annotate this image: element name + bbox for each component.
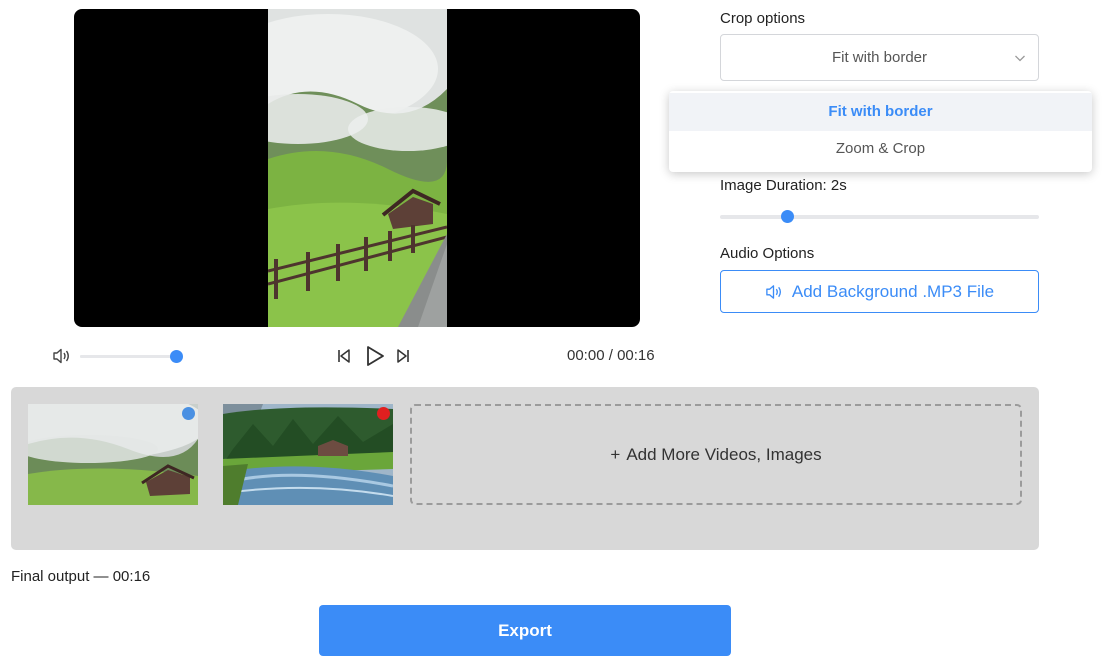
play-icon[interactable]: [364, 344, 386, 368]
image-duration-slider-thumb[interactable]: [780, 210, 794, 223]
chevron-down-icon: [1015, 55, 1025, 62]
export-button[interactable]: Export: [319, 605, 731, 656]
media-timeline: + Add More Videos, Images: [11, 387, 1039, 550]
timeline-item-remove-badge[interactable]: [377, 407, 390, 420]
image-duration-label: Image Duration: 2s: [720, 177, 847, 194]
plus-icon: +: [610, 444, 621, 464]
time-current: 00:00: [567, 347, 605, 364]
skip-forward-icon[interactable]: [395, 348, 411, 364]
time-total: 00:16: [617, 347, 655, 364]
final-output-duration: Final output — 00:16: [11, 568, 151, 585]
volume-slider[interactable]: [80, 350, 183, 363]
preview-frame-image: [268, 9, 447, 327]
speaker-icon: [766, 284, 781, 299]
crop-options-dropdown: Fit with border Zoom & Crop: [669, 91, 1092, 172]
add-background-mp3-label: Add Background .MP3 File: [791, 281, 995, 301]
crop-options-label: Crop options: [720, 10, 806, 27]
timeline-item[interactable]: [223, 404, 393, 505]
crop-option-zoom-and-crop[interactable]: Zoom & Crop: [669, 131, 1092, 167]
player-controls: 00:00 / 00:16: [52, 342, 662, 370]
skip-back-icon[interactable]: [336, 348, 352, 364]
crop-selected-value: Fit with border: [831, 49, 928, 66]
volume-icon[interactable]: [52, 348, 70, 364]
crop-option-fit-with-border[interactable]: Fit with border: [669, 93, 1092, 131]
video-preview[interactable]: [74, 9, 640, 327]
timeline-item-status-badge[interactable]: [182, 407, 195, 420]
add-more-media-button[interactable]: + Add More Videos, Images: [410, 404, 1022, 505]
crop-options-select[interactable]: Fit with border: [720, 34, 1039, 81]
timeline-thumbnail-image: [223, 404, 393, 505]
time-separator: /: [608, 347, 613, 364]
timeline-item[interactable]: [28, 404, 198, 505]
add-background-mp3-button[interactable]: Add Background .MP3 File: [720, 270, 1039, 313]
timeline-thumbnail-image: [28, 404, 198, 505]
image-duration-slider[interactable]: [720, 210, 1039, 223]
time-readout: 00:00 / 00:16: [567, 347, 655, 364]
volume-slider-thumb[interactable]: [170, 350, 183, 363]
add-more-media-label: Add More Videos, Images: [626, 444, 822, 464]
audio-options-label: Audio Options: [720, 245, 815, 262]
